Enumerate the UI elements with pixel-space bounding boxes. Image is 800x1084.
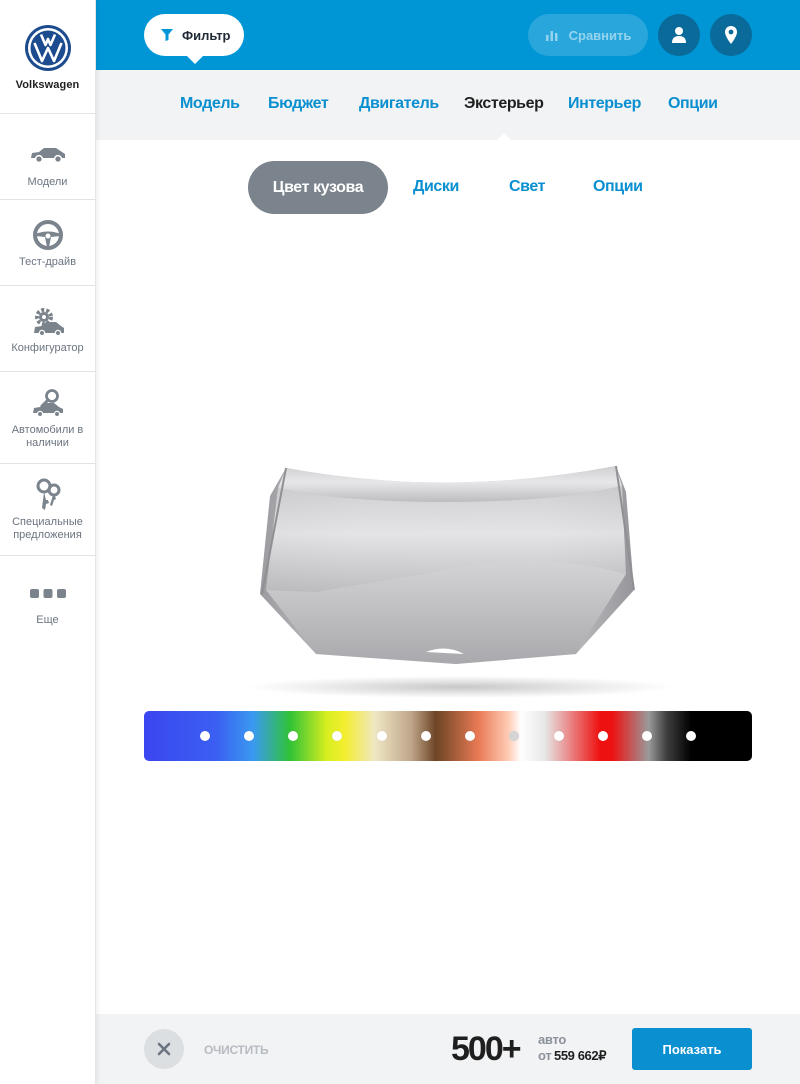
tab-interior[interactable]: Интерьер (568, 95, 641, 113)
brand[interactable]: Volkswagen (0, 0, 95, 114)
top-bar: Фильтр Сравнить (96, 0, 800, 70)
sidebar-item-special-offers[interactable]: Специальные предложения (0, 464, 95, 556)
hood-shadow (250, 676, 670, 698)
close-icon (157, 1042, 171, 1056)
clear-filters-button[interactable] (144, 1029, 184, 1069)
category-tabs: Модель Бюджет Двигатель Экстерьер Интерь… (96, 70, 800, 140)
sidebar-item-label: Тест-драйв (18, 256, 77, 268)
price-prefix: от (538, 1048, 552, 1063)
configurator-gear-car-icon (28, 304, 68, 338)
color-swatch-beige[interactable] (377, 731, 387, 741)
location-button[interactable] (710, 14, 752, 56)
results-unit: авто (538, 1032, 566, 1047)
car-search-icon (28, 386, 68, 420)
sidebar-item-configurator[interactable]: Конфигуратор (0, 286, 95, 372)
color-swatch-grey[interactable] (642, 731, 652, 741)
color-swatch-white[interactable] (509, 731, 519, 741)
sidebar-item-test-drive[interactable]: Тест-драйв (0, 200, 95, 286)
sidebar-item-label: Еще (36, 614, 59, 626)
filter-button[interactable]: Фильтр (144, 14, 244, 64)
user-icon (672, 27, 686, 43)
tab-budget[interactable]: Бюджет (268, 95, 329, 113)
color-swatch-green[interactable] (288, 731, 298, 741)
color-swatch-silver[interactable] (554, 731, 564, 741)
bar-chart-icon (545, 31, 558, 41)
keys-icon (28, 478, 68, 512)
filter-icon (161, 29, 173, 41)
filter-label: Фильтр (182, 27, 231, 43)
color-swatch-brown[interactable] (421, 731, 431, 741)
tab-options[interactable]: Опции (668, 95, 718, 113)
volkswagen-logo-icon (24, 25, 71, 71)
min-price: 559 662₽ (554, 1048, 607, 1063)
steering-wheel-icon (28, 218, 68, 252)
sidebar-item-models[interactable]: Модели (0, 114, 95, 200)
color-swatch-red[interactable] (598, 731, 608, 741)
bottom-bar: ОЧИСТИТЬ 500+ авто от 559 662₽ Показать (96, 1014, 800, 1084)
sidebar-item-label: Конфигуратор (11, 342, 84, 354)
results-count: 500+ (451, 1030, 522, 1068)
sidebar-item-label: Специальные предложения (12, 516, 83, 541)
tab-engine[interactable]: Двигатель (359, 95, 439, 113)
sidebar: Volkswagen Модели Тест-драйв Конфигурато… (0, 0, 96, 1084)
more-dots-icon (28, 576, 68, 610)
clear-label[interactable]: ОЧИСТИТЬ (204, 1043, 269, 1057)
color-swatch-blue[interactable] (200, 731, 210, 741)
tab-model[interactable]: Модель (180, 95, 240, 113)
color-swatch-light-blue[interactable] (244, 731, 254, 741)
compare-button[interactable]: Сравнить (528, 14, 648, 56)
car-icon (28, 138, 68, 172)
tab-exterior[interactable]: Экстерьер (464, 95, 544, 140)
subtab-lights[interactable]: Свет (509, 178, 546, 196)
compare-label: Сравнить (568, 27, 632, 43)
subtab-wheels[interactable]: Диски (413, 178, 459, 196)
sidebar-item-label: Модели (27, 176, 68, 188)
show-results-button[interactable]: Показать (632, 1028, 752, 1070)
sidebar-item-label: Автомобили в наличии (11, 424, 84, 449)
location-pin-icon (725, 26, 737, 44)
brand-name: Volkswagen (15, 79, 80, 91)
color-swatch-yellow[interactable] (332, 731, 342, 741)
subtab-body-color[interactable]: Цвет кузова (248, 161, 388, 214)
color-palette (144, 711, 752, 761)
sidebar-item-more[interactable]: Еще (0, 556, 95, 646)
color-swatch-orange[interactable] (465, 731, 475, 741)
subtab-options[interactable]: Опции (593, 178, 643, 196)
color-swatch-black[interactable] (686, 731, 696, 741)
sidebar-item-cars-in-stock[interactable]: Автомобили в наличии (0, 372, 95, 464)
account-button[interactable] (658, 14, 700, 56)
car-hood-image (260, 465, 635, 664)
